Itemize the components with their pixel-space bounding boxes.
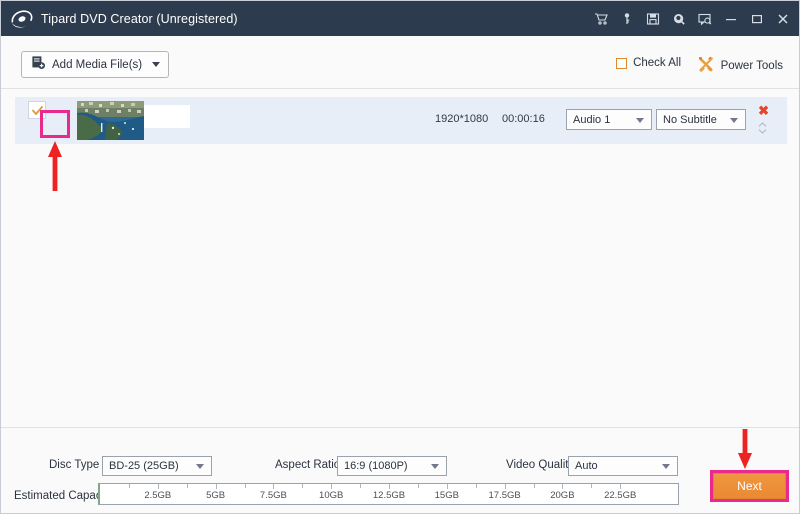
chevron-down-icon [730, 118, 738, 123]
disc-type-value: BD-25 (25GB) [109, 460, 179, 472]
video-quality-select[interactable]: Auto [568, 456, 678, 476]
row-checkbox[interactable] [28, 101, 46, 119]
chevron-down-icon [636, 118, 644, 123]
tipard-dvd-creator-window: Tipard DVD Creator (Unregistered) Add Me… [0, 0, 800, 514]
capacity-tick [389, 484, 390, 489]
audio-track-select[interactable]: Audio 1 [566, 109, 652, 130]
annotation-arrow-up [47, 141, 63, 196]
power-tools-button[interactable]: Power Tools [697, 55, 783, 76]
capacity-minor-tick [244, 484, 246, 488]
main-toolbar: Add Media File(s) Check All Power Tools [1, 36, 799, 89]
chevron-down-icon [196, 464, 204, 469]
capacity-minor-tick [302, 484, 304, 488]
feedback-icon[interactable] [693, 7, 717, 31]
capacity-tick-label: 12.5GB [372, 490, 406, 501]
capacity-tick [215, 484, 217, 489]
media-resolution: 1920*1080 [435, 113, 489, 125]
reorder-spinner-icon[interactable] [757, 120, 768, 141]
capacity-minor-tick [128, 484, 130, 488]
capacity-tick-label: 22.5GB [604, 490, 637, 501]
capacity-tick [446, 484, 448, 489]
capacity-minor-tick [186, 484, 188, 488]
capacity-tick [562, 484, 564, 489]
media-filename [144, 105, 190, 128]
audio-track-value: Audio 1 [573, 113, 611, 126]
add-media-label: Add Media File(s) [52, 58, 143, 71]
aspect-ratio-value: 16:9 (1080P) [344, 460, 408, 472]
capacity-minor-tick [591, 484, 593, 488]
disc-type-label: Disc Type [49, 459, 100, 471]
capacity-tick-label: 5GB [206, 490, 226, 501]
title-bar: Tipard DVD Creator (Unregistered) [1, 1, 799, 36]
minimize-button[interactable] [719, 7, 743, 31]
media-duration: 00:00:16 [502, 113, 545, 125]
maximize-button[interactable] [745, 7, 769, 31]
subtitle-select[interactable]: No Subtitle [656, 109, 746, 130]
add-file-icon [31, 55, 46, 75]
subtitle-value: No Subtitle [663, 113, 717, 126]
capacity-minor-tick [360, 484, 362, 488]
estimated-capacity-bar: 2.5GB 5GB 7.5GB 10GB 12.5GB 15GB 17.5GB 20GB 22.… [98, 483, 679, 505]
check-all-control[interactable]: Check All [616, 57, 681, 69]
capacity-minor-tick [475, 484, 477, 488]
chevron-down-icon [431, 464, 439, 469]
chevron-down-icon [152, 62, 161, 67]
annotation-arrow-down [737, 429, 753, 474]
key-icon[interactable] [615, 7, 639, 31]
media-thumbnail [77, 101, 144, 140]
check-all-checkbox[interactable] [616, 57, 628, 69]
capacity-tick [331, 484, 333, 489]
save-icon[interactable] [641, 7, 665, 31]
table-row[interactable]: 1920*1080 00:00:16 Audio 1 No Subtitle ✖ [15, 97, 787, 144]
capacity-tick-label: 2.5GB [144, 490, 172, 501]
capacity-tick-label: 15GB [434, 490, 459, 501]
video-quality-value: Auto [575, 460, 598, 472]
capacity-tick [157, 484, 159, 489]
next-button[interactable]: Next [713, 473, 786, 499]
tools-icon [697, 55, 715, 76]
search-icon[interactable] [667, 7, 691, 31]
capacity-tick-label: 7.5GB [259, 490, 287, 501]
capacity-minor-tick [417, 484, 419, 488]
chevron-down-icon [662, 464, 670, 469]
capacity-tick-label: 10GB [319, 490, 344, 501]
capacity-tick [620, 484, 622, 489]
aspect-ratio-label: Aspect Ratio: [275, 459, 344, 471]
video-quality-label: Video Quality: [506, 459, 578, 471]
check-all-label: Check All [633, 57, 681, 69]
capacity-tick [273, 484, 275, 489]
media-list-area: 1920*1080 00:00:16 Audio 1 No Subtitle ✖ [1, 89, 799, 429]
power-tools-label: Power Tools [720, 59, 783, 72]
window-title: Tipard DVD Creator (Unregistered) [41, 11, 238, 26]
next-button-label: Next [737, 479, 762, 493]
capacity-tick [504, 484, 506, 489]
remove-row-icon[interactable]: ✖ [758, 104, 769, 117]
capacity-minor-tick [533, 484, 535, 488]
add-media-button[interactable]: Add Media File(s) [21, 51, 170, 78]
disc-type-select[interactable]: BD-25 (25GB) [102, 456, 212, 476]
aspect-ratio-select[interactable]: 16:9 (1080P) [337, 456, 447, 476]
capacity-tick-label: 17.5GB [488, 490, 521, 501]
capacity-tick-label: 20GB [550, 490, 575, 501]
window-control-group [589, 1, 795, 36]
cart-icon[interactable] [589, 7, 613, 31]
tipard-disc-logo-icon [11, 8, 33, 30]
close-button[interactable] [771, 7, 795, 31]
